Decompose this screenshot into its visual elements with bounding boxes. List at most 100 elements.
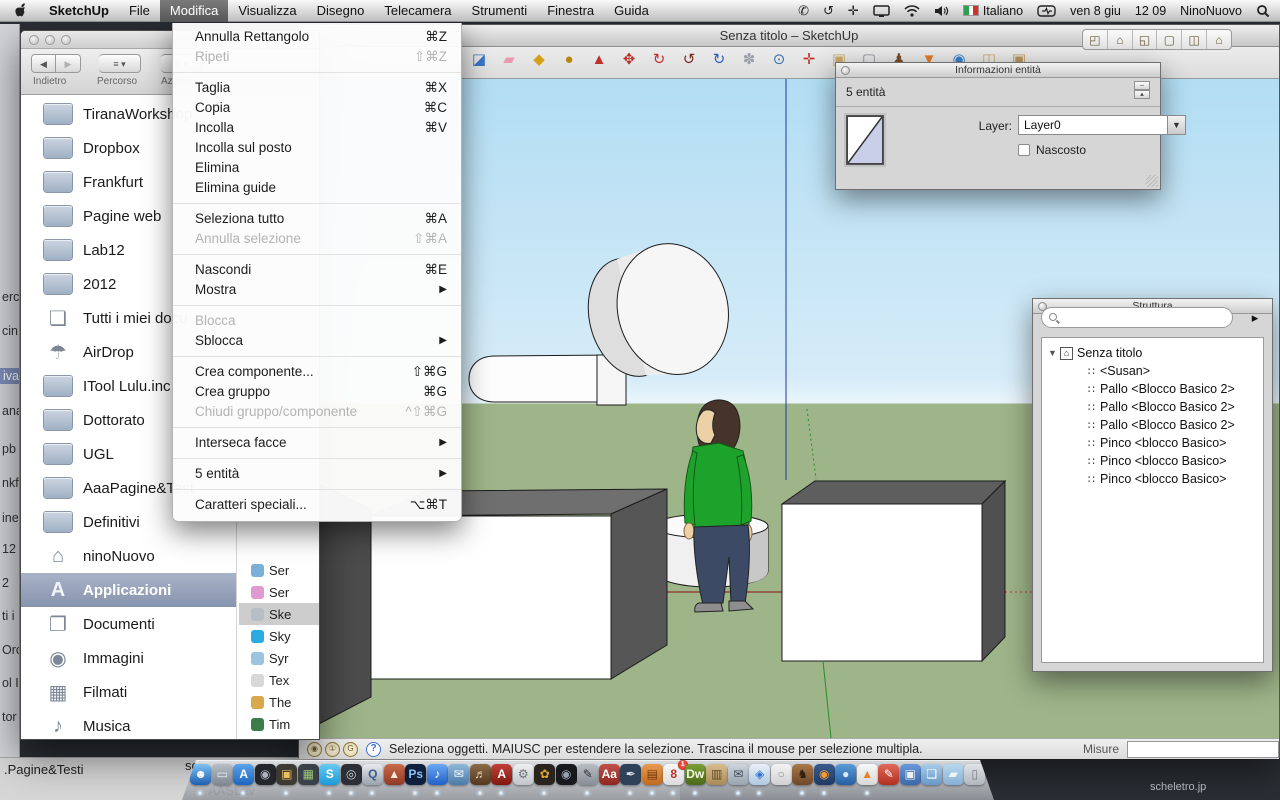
forward-button[interactable]: ▶ [56,54,81,73]
tree-item-row[interactable]: ∷ Pallo <Blocco Basico 2> [1042,380,1263,398]
filter-button[interactable]: ▸ [1246,309,1264,327]
menu-item[interactable]: Elimina [173,158,461,178]
dock-app-tile[interactable]: ✒ [620,764,641,785]
sidebar-item[interactable]: ◉ Immagini [21,641,236,675]
quicktime-icon[interactable]: Q [362,764,384,798]
hidden-checkbox[interactable] [1018,144,1030,156]
folder-dock-icon[interactable]: ▰ [943,764,965,798]
claim-status-icon[interactable]: ① [325,742,340,757]
tree-item-row[interactable]: ∷ Pinco <blocco Basico> [1042,452,1263,470]
display-icon[interactable] [873,5,890,17]
sidebar-item[interactable]: ⌂ ninoNuovo [21,539,236,573]
camera-app-icon[interactable]: ◉ [556,764,578,798]
lens-app-icon[interactable]: ◎ [341,764,363,798]
view-iso-button[interactable]: ◰ [1083,30,1108,49]
chevron-down-icon[interactable]: ▼ [1167,116,1185,134]
compass-app-icon[interactable]: ◉ [255,764,277,798]
menu-bar-item[interactable]: Guida [604,0,659,22]
menu-bar-item[interactable]: Finestra [537,0,604,22]
menu-bar-item[interactable]: Visualizza [228,0,306,22]
menu-item[interactable]: Seleziona tutto ⌘A [173,209,461,229]
menu-bar-item[interactable]: File [119,0,160,22]
menu-item[interactable]: Copia ⌘C [173,98,461,118]
tree-expand-icon[interactable]: ▼ [1048,348,1060,358]
view-right-button[interactable]: ▢ [1157,30,1182,49]
apple-menu[interactable] [0,3,39,18]
dock-app-tile[interactable]: ✉ [448,764,469,785]
menu-item[interactable]: Crea gruppo ⌘G [173,382,461,402]
menu-item[interactable] [173,203,461,204]
menu-bar-item[interactable]: SketchUp [39,0,119,22]
sidebar-item[interactable]: ♪ Musica [21,709,236,739]
menu-item[interactable]: Annulla selezione ⇧⌘A [173,229,461,249]
menu-item[interactable]: 5 entità ▶ [173,464,461,484]
mail-photo-icon[interactable]: ✉ [728,764,750,798]
dock-app-tile[interactable]: Ps [405,764,426,785]
tree-item-row[interactable]: ∷ Pallo <Blocco Basico 2> [1042,398,1263,416]
entity-info-titlebar[interactable]: Informazioni entità [836,63,1160,78]
menu-item[interactable]: Taglia ⌘X [173,78,461,98]
screensaver-icon[interactable]: ○ [771,764,793,798]
menu-bar-date[interactable]: ven 8 giu [1070,4,1121,18]
menu-item[interactable] [173,356,461,357]
app-store-icon[interactable]: A [233,764,255,798]
dock-app-tile[interactable]: ◉ [255,764,276,785]
menu-item[interactable]: Sblocca ▶ [173,331,461,351]
dock-app-tile[interactable]: ▣ [276,764,297,785]
dock-app-tile[interactable]: ▯ [964,764,985,785]
itunes-icon[interactable]: ♪ [427,764,449,798]
help-icon[interactable]: ? [366,742,381,757]
expand-button[interactable]: ▴ [1134,90,1150,99]
pet-app-icon[interactable]: ♞ [792,764,814,798]
tree-item-row[interactable]: ∷ Pinco <blocco Basico> [1042,470,1263,488]
dock-app-tile[interactable]: ▥ [706,764,727,785]
dock-app-tile[interactable]: ⚙ [513,764,534,785]
menu-item[interactable]: Nascondi ⌘E [173,260,461,280]
dock-app-tile[interactable]: ✉ [728,764,749,785]
sidebar-item[interactable]: ❐ Documenti [21,607,236,641]
dock-app-tile[interactable]: Aa [599,764,620,785]
wifi-icon[interactable] [904,5,920,17]
menu-item[interactable]: Ripeti ⇧⌘Z [173,47,461,67]
back-button[interactable]: ◀ [31,54,56,73]
menu-bar-time[interactable]: 12 09 [1135,4,1166,18]
menu-item[interactable]: Crea componente... ⇧⌘G [173,362,461,382]
close-button[interactable] [29,35,39,45]
toolbar-tool-button[interactable]: ↻ [704,50,734,70]
sidebar-item[interactable]: ▦ Filmati [21,675,236,709]
dictionary-icon[interactable]: Aa [599,764,621,798]
dock-app-tile[interactable]: ◎ [341,764,362,785]
dock-app-tile[interactable]: ✎ [878,764,899,785]
toolbar-tool-button[interactable]: ⊙ [764,50,794,70]
user-menu[interactable]: NinoNuovo [1180,4,1242,18]
collage-app-icon[interactable]: ▦ [298,764,320,798]
toolbar-tool-button[interactable]: ↻ [644,50,674,70]
finder-icon[interactable]: ☻ [190,764,212,798]
dock-app-tile[interactable]: ♪ [427,764,448,785]
menu-item[interactable]: Interseca facce ▶ [173,433,461,453]
menu-item[interactable]: Mostra ▶ [173,280,461,300]
acrobat-icon[interactable]: A [491,764,513,798]
utility-app-icon[interactable]: ✎ [577,764,599,798]
dock-app-tile[interactable]: ▤ [642,764,663,785]
video-app-icon[interactable]: ▣ [900,764,922,798]
toolbar-tool-button[interactable]: ◆ [524,50,554,70]
dock-app-tile[interactable]: ♞ [792,764,813,785]
garageband-icon[interactable]: ♬ [470,764,492,798]
time-machine-icon[interactable]: ↺ [823,0,834,22]
collapse-button[interactable]: – [1134,81,1150,90]
file-list-row[interactable]: The [239,691,319,713]
desktop-file-label[interactable]: scheletro.jp [1150,781,1206,793]
file-list-row[interactable]: Ser [239,559,319,581]
file-list-row[interactable]: Syr [239,647,319,669]
dock-app-tile[interactable]: A [491,764,512,785]
firefox-icon[interactable]: ◉ [814,764,836,798]
menu-item[interactable] [173,254,461,255]
toolbar-tool-button[interactable]: ✥ [614,50,644,70]
writer-app-icon[interactable]: ✒ [620,764,642,798]
dock-app-tile[interactable]: ◉ [814,764,835,785]
dock-app-tile[interactable]: Dw [685,764,706,785]
dock-app-tile[interactable]: ✎ [577,764,598,785]
dock-app-tile[interactable]: ✿ [534,764,555,785]
iphoto-icon[interactable]: ✿ [534,764,556,798]
